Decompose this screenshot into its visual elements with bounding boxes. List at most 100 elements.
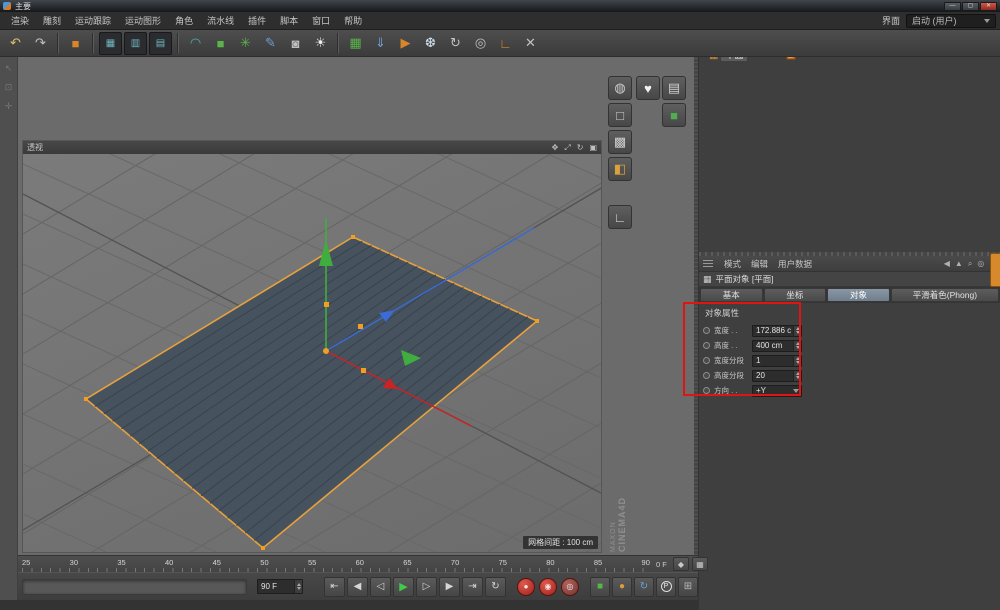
- am-menu-edit[interactable]: 编辑: [746, 256, 773, 272]
- width-field[interactable]: 172.886 c: [752, 324, 802, 337]
- light-icon[interactable]: ☀: [309, 32, 332, 55]
- snapshot-icon[interactable]: ▤: [662, 76, 686, 100]
- record-rotation-button[interactable]: ↻: [634, 576, 654, 597]
- redo-icon[interactable]: ↷: [29, 32, 52, 55]
- am-menu-userdata[interactable]: 用户数据: [773, 256, 817, 272]
- viewport-canvas[interactable]: 网格间距 : 100 cm: [23, 154, 601, 552]
- goto-start-button[interactable]: ⇤: [324, 576, 345, 597]
- floor-icon[interactable]: ▦: [344, 32, 367, 55]
- menu-item-sculpt[interactable]: 雕刻: [36, 12, 68, 30]
- maximize-button[interactable]: ▢: [962, 1, 979, 11]
- emitter-icon[interactable]: ▶: [394, 32, 417, 55]
- next-key-button[interactable]: ▶: [439, 576, 460, 597]
- back-icon[interactable]: ◀: [944, 259, 950, 269]
- height-field[interactable]: 400 cm: [752, 339, 802, 352]
- menu-item-render[interactable]: 渲染: [4, 12, 36, 30]
- menu-item-script[interactable]: 脚本: [273, 12, 305, 30]
- grid-snap-icon[interactable]: ▦: [692, 557, 708, 571]
- animation-toggle-icon[interactable]: [703, 387, 710, 394]
- menu-item-mograph[interactable]: 运动图形: [118, 12, 168, 30]
- menu-item-help[interactable]: 帮助: [337, 12, 369, 30]
- rotate-view-icon[interactable]: ↻: [577, 143, 584, 153]
- spinner-icon[interactable]: [793, 355, 801, 366]
- record-pla-button[interactable]: ⊞: [678, 576, 698, 597]
- next-frame-button[interactable]: ▷: [416, 576, 437, 597]
- keyframe-selection-button[interactable]: ◎: [561, 577, 579, 596]
- menu-item-window[interactable]: 窗口: [305, 12, 337, 30]
- record-keyframe-button[interactable]: ●: [517, 577, 535, 596]
- rotate-icon[interactable]: ↻: [444, 32, 467, 55]
- layout-select[interactable]: 启动 (用户): [906, 13, 996, 28]
- mirror-icon[interactable]: ✕: [519, 32, 542, 55]
- undo-icon[interactable]: ↶: [4, 32, 27, 55]
- keyframe-mode-icon[interactable]: ◆: [673, 557, 689, 571]
- orientation-dropdown[interactable]: +Y: [752, 384, 802, 397]
- render-picture-viewer-icon[interactable]: ▥: [124, 31, 147, 55]
- menu-item-pipeline[interactable]: 流水线: [200, 12, 241, 30]
- goto-end-button[interactable]: ⇥: [462, 576, 483, 597]
- prev-key-button[interactable]: ◀: [347, 576, 368, 597]
- frame-icon[interactable]: ⊡: [1, 79, 17, 95]
- toggle-view-icon[interactable]: ▣: [589, 143, 597, 153]
- tab-basic[interactable]: 基本: [700, 288, 763, 302]
- record-scale-button[interactable]: ●: [612, 576, 632, 597]
- tab-coordinates[interactable]: 坐标: [763, 288, 827, 302]
- loop-button[interactable]: ↻: [485, 576, 506, 597]
- gravity-icon[interactable]: ⇓: [369, 32, 392, 55]
- menu-item-motion-tracker[interactable]: 运动跟踪: [68, 12, 118, 30]
- favorites-icon[interactable]: ♥: [636, 76, 660, 100]
- play-button[interactable]: ▶: [393, 576, 414, 597]
- object-cube-icon[interactable]: ■: [662, 103, 686, 127]
- spinner-icon[interactable]: [793, 370, 801, 381]
- move-icon[interactable]: ✛: [1, 98, 17, 114]
- autokey-button[interactable]: ◉: [539, 577, 557, 596]
- minimize-button[interactable]: —: [944, 1, 961, 11]
- spinner-icon[interactable]: [793, 325, 801, 336]
- zoom-view-icon[interactable]: ⤢: [564, 143, 570, 153]
- timeline-scrubber[interactable]: [22, 578, 247, 595]
- animation-toggle-icon[interactable]: [703, 327, 710, 334]
- animation-toggle-icon[interactable]: [703, 372, 710, 379]
- width-segments-field[interactable]: 1: [752, 354, 802, 367]
- model-mode-icon[interactable]: □: [608, 103, 632, 127]
- height-segments-field[interactable]: 20: [752, 369, 802, 382]
- menu-item-plugins[interactable]: 插件: [241, 12, 273, 30]
- search-icon[interactable]: ⌕: [968, 259, 972, 269]
- timeline-ruler[interactable]: 25 30 35 40 45 50 55 60 65 70 75 80 85 9…: [18, 555, 708, 572]
- spinner-icon[interactable]: [793, 340, 801, 351]
- render-settings-icon[interactable]: ▤: [149, 31, 172, 55]
- close-button[interactable]: ✕: [980, 1, 997, 11]
- pen-icon[interactable]: ✎: [259, 32, 282, 55]
- record-position-button[interactable]: ■: [590, 576, 610, 597]
- window-bottom-edge: [0, 600, 698, 610]
- axis-mode-icon[interactable]: ∟: [608, 205, 632, 229]
- lock-icon[interactable]: ◎: [977, 259, 984, 269]
- snowflake-icon[interactable]: ❆: [419, 32, 442, 55]
- mograph-icon[interactable]: ✳: [234, 32, 257, 55]
- cursor-icon[interactable]: ↖: [1, 60, 17, 76]
- am-menu-mode[interactable]: 模式: [719, 256, 746, 272]
- subdivision-surface-icon[interactable]: ◠: [184, 32, 207, 55]
- cube-primitive-icon[interactable]: ■: [209, 32, 232, 55]
- convert-editable-icon[interactable]: ■: [64, 32, 87, 55]
- end-frame-field[interactable]: 90 F: [257, 579, 303, 594]
- tab-phong[interactable]: 平滑着色(Phong): [890, 288, 999, 302]
- spinner-icon[interactable]: [294, 580, 302, 593]
- menu-item-character[interactable]: 角色: [168, 12, 200, 30]
- viewport-3d-scene[interactable]: [23, 154, 601, 552]
- animation-toggle-icon[interactable]: [703, 357, 710, 364]
- record-parameter-button[interactable]: P: [656, 576, 676, 597]
- camera-icon[interactable]: ◙: [284, 32, 307, 55]
- texture-mode-icon[interactable]: ▩: [608, 130, 632, 154]
- up-icon[interactable]: ▲: [955, 259, 963, 269]
- interface-palette-tab[interactable]: [990, 253, 1000, 287]
- magnet-icon[interactable]: ◎: [469, 32, 492, 55]
- prev-frame-button[interactable]: ◁: [370, 576, 391, 597]
- workplane-mode-icon[interactable]: ◧: [608, 157, 632, 181]
- animation-toggle-icon[interactable]: [703, 342, 710, 349]
- tab-object[interactable]: 对象: [827, 288, 890, 302]
- render-view-icon[interactable]: ▦: [99, 31, 122, 55]
- pan-view-icon[interactable]: ✥: [552, 143, 559, 153]
- content-browser-icon[interactable]: ◍: [608, 76, 632, 100]
- axis-icon[interactable]: ∟: [494, 32, 517, 55]
